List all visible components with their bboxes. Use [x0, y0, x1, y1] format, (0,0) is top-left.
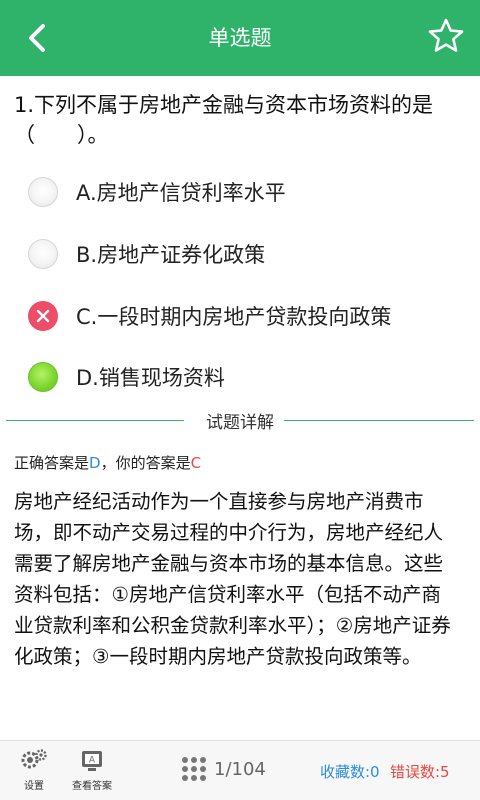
favorites-count: 收藏数:0 — [320, 763, 380, 781]
details-divider: 试题详解 — [6, 408, 474, 434]
option-label: C.一段时期内房地产贷款投向政策 — [76, 305, 392, 329]
option-b[interactable]: B.房地产证券化政策 — [28, 234, 468, 274]
gear-icon — [21, 749, 47, 769]
settings-label: 设置 — [24, 781, 44, 792]
option-label: D.销售现场资料 — [76, 366, 225, 390]
radio-unselected-icon — [28, 177, 58, 207]
wrong-answer-icon — [28, 301, 58, 331]
view-answer-label: 查看答案 — [72, 781, 112, 792]
page-title: 单选题 — [208, 26, 272, 50]
explanation-text: 房地产经纪活动作为一个直接参与房地产消费市场，即不动产交易过程的中介行为，房地产… — [14, 490, 451, 668]
view-answer-button[interactable]: A 查看答案 — [66, 747, 118, 792]
errors-count: 错误数:5 — [390, 763, 450, 781]
option-d[interactable]: D.销售现场资料 — [28, 357, 468, 397]
favorite-button[interactable] — [426, 16, 466, 56]
option-label: A.房地产信贷利率水平 — [76, 181, 286, 205]
divider-line — [284, 420, 474, 421]
page-indicator[interactable]: 1/104 — [180, 755, 266, 783]
star-icon — [428, 18, 464, 52]
option-label: B.房地产证券化政策 — [76, 243, 266, 267]
option-c[interactable]: C.一段时期内房地产贷款投向政策 — [28, 296, 468, 336]
question-text: 1.下列不属于房地产金融与资本市场资料的是（ ）。 — [14, 93, 434, 147]
radio-unselected-icon — [28, 239, 58, 269]
answer-summary: 正确答案是D，你的答案是C — [14, 452, 201, 473]
svg-text:A: A — [89, 756, 96, 766]
settings-button[interactable]: 设置 — [14, 747, 54, 792]
top-bar: 单选题 — [0, 0, 480, 76]
bottom-toolbar: 设置 A 查看答案 1/104 收藏数:0 错误数:5 — [0, 740, 480, 800]
correct-answer-value: D — [89, 454, 101, 472]
answer-card-icon: A — [82, 751, 102, 771]
page-number: 1/104 — [214, 758, 266, 780]
your-answer-prefix: ，你的答案是 — [100, 454, 191, 472]
your-answer-value: C — [190, 454, 202, 472]
grid-icon — [182, 757, 206, 781]
correct-answer-prefix: 正确答案是 — [14, 454, 90, 472]
correct-answer-icon — [28, 362, 58, 392]
option-a[interactable]: A.房地产信贷利率水平 — [28, 172, 468, 212]
